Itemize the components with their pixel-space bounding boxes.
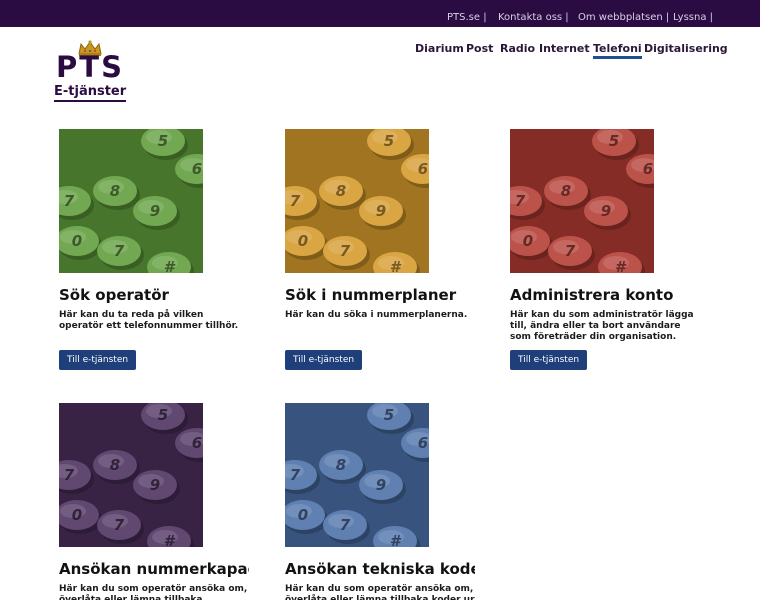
svg-text:9: 9 [376,202,386,220]
nav-digitalisering[interactable]: Digitalisering [644,42,728,55]
card-description: Här kan du ta reda på vilken operatör et… [59,310,239,331]
svg-text:7: 7 [340,516,351,534]
svg-text:#: # [615,258,627,273]
nav-telefoni[interactable]: Telefoni [593,42,642,59]
svg-text:0: 0 [72,506,82,524]
card-title: Sök i nummerplaner [285,286,457,304]
svg-text:6: 6 [418,160,428,178]
nav-internet[interactable]: Internet [539,42,590,55]
card-title: Sök operatör [59,286,169,304]
keypad-image[interactable]: 5 6 8 9 0 7 #7 [285,403,429,547]
service-card-ansokan-tekniska-koder: 5 6 8 9 0 7 #7 Ansökan tekniska koder Här kan … [285,403,475,600]
keypad-image[interactable]: 5 6 8 9 0 7 #7 [510,129,654,273]
logo-subtitle[interactable]: E-tjänster [54,84,127,102]
link-about-site[interactable]: Om webbplatsen | [578,12,669,23]
svg-text:5: 5 [158,132,168,150]
card-title: Ansökan tekniska koder [285,560,475,578]
svg-text:9: 9 [376,476,386,494]
nav-radio[interactable]: Radio [500,42,535,55]
card-title: Administrera konto [510,286,674,304]
link-listen[interactable]: Lyssna | [673,12,713,23]
svg-text:7: 7 [114,242,125,260]
svg-text:7: 7 [114,516,125,534]
svg-text:9: 9 [150,476,160,494]
keypad-image[interactable]: 5 6 8 9 0 7 #7 [59,403,203,547]
svg-text:#: # [390,532,402,547]
svg-text:0: 0 [523,232,533,250]
link-pts-se[interactable]: PTS.se | [447,12,487,23]
svg-text:8: 8 [110,182,120,200]
svg-text:5: 5 [158,406,168,424]
service-card-sok-nummerplaner: 5 6 8 9 0 7 #7 Sök i nummerplaner Här kan du s… [285,129,475,374]
svg-text:8: 8 [336,456,346,474]
card-description: Här kan du som administratör lägga till,… [510,310,694,342]
service-card-administrera-konto: 5 6 8 9 0 7 #7 Administrera konto Här kan du s… [510,129,700,374]
svg-text:6: 6 [643,160,653,178]
nav-diarium[interactable]: Diarium [415,42,464,55]
svg-text:7: 7 [64,466,75,484]
service-card-sok-operator: 5 6 8 9 0 7 #7 Sök operatör Här kan du ta reda… [59,129,249,374]
svg-text:7: 7 [515,192,526,210]
service-card-ansokan-nummerkapacitet: 5 6 8 9 0 7 #7 Ansökan nummerkapacitet Här kan… [59,403,249,600]
card-description: Här kan du som operatör ansöka om, överl… [59,584,248,600]
card-description: Här kan du söka i nummerplanerna. [285,310,468,320]
svg-text:7: 7 [340,242,351,260]
keypad-image[interactable]: 5 6 8 9 0 7 #7 [59,129,203,273]
svg-text:5: 5 [384,132,394,150]
svg-text:8: 8 [561,182,571,200]
svg-text:7: 7 [565,242,576,260]
logo-wordmark: PTS [56,50,124,84]
svg-text:#: # [164,532,176,547]
svg-text:7: 7 [290,466,301,484]
svg-text:0: 0 [298,232,308,250]
svg-text:6: 6 [418,434,428,452]
open-service-button[interactable]: Till e-tjänsten [59,350,137,370]
top-utility-bar: PTS.se | Kontakta oss | Om webbplatsen |… [0,0,760,27]
svg-text:#: # [390,258,402,273]
nav-post[interactable]: Post [466,42,493,55]
svg-text:5: 5 [609,132,619,150]
svg-text:0: 0 [298,506,308,524]
svg-text:5: 5 [384,406,394,424]
site-logo[interactable]: PTS E-tjänster [50,40,130,102]
link-contact[interactable]: Kontakta oss | [498,12,569,23]
open-service-button[interactable]: Till e-tjänsten [285,350,363,370]
svg-text:0: 0 [72,232,82,250]
card-title: Ansökan nummerkapacitet [59,560,249,578]
card-description: Här kan du som operatör ansöka om, överl… [285,584,475,600]
svg-text:6: 6 [192,160,202,178]
svg-text:8: 8 [110,456,120,474]
svg-text:9: 9 [601,202,611,220]
svg-text:8: 8 [336,182,346,200]
svg-text:6: 6 [192,434,202,452]
svg-text:7: 7 [290,192,301,210]
svg-text:#: # [164,258,176,273]
keypad-image[interactable]: 5 6 8 9 0 7 #7 [285,129,429,273]
open-service-button[interactable]: Till e-tjänsten [510,350,588,370]
svg-text:9: 9 [150,202,160,220]
svg-text:7: 7 [64,192,75,210]
